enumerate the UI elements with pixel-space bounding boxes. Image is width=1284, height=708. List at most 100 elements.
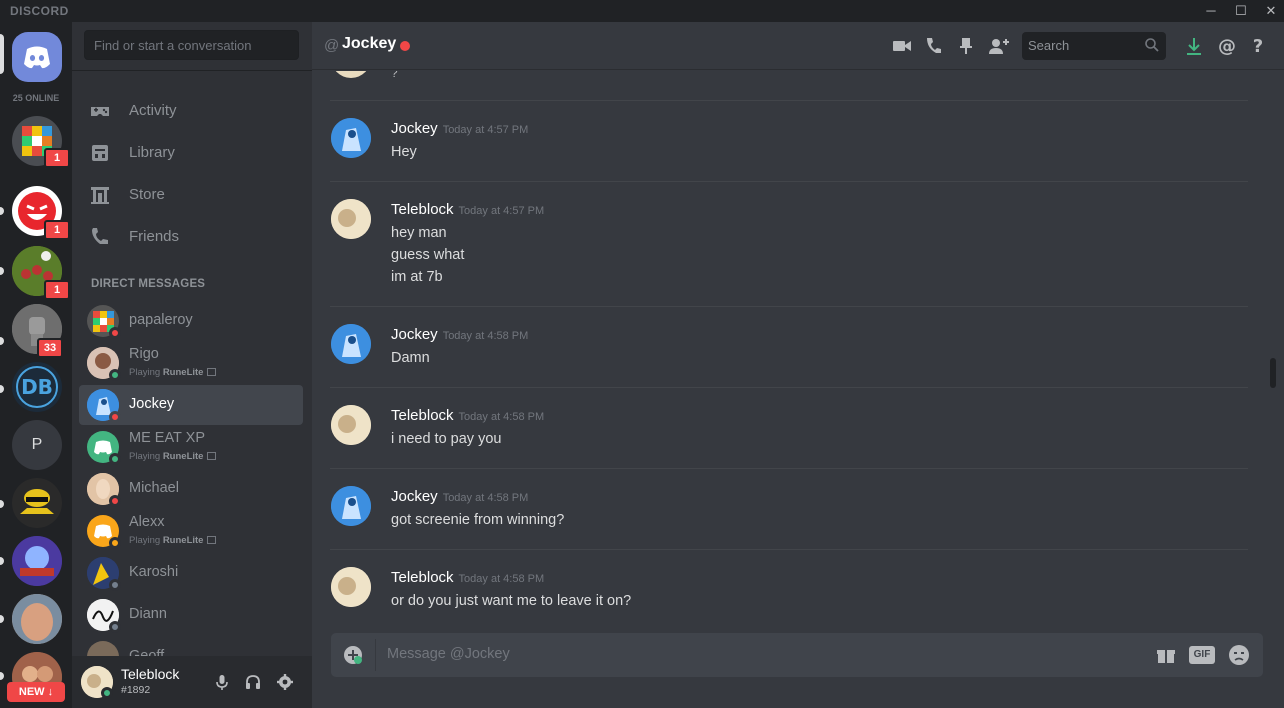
message-group: Teleblock Today at 4:58 PM or do you just… (330, 549, 1248, 629)
dm-item-michael[interactable]: Michael (79, 469, 303, 509)
status-online (109, 453, 121, 465)
unread-badge: 1 (44, 220, 70, 240)
dm-name: Karoshi (129, 564, 179, 580)
dm-item-me-eat-xp[interactable]: ME EAT XP Playing RuneLite (79, 427, 303, 467)
dm-item-alexx[interactable]: Alexx Playing RuneLite (79, 511, 303, 551)
search-input[interactable]: Search (1022, 32, 1166, 60)
new-unreads-button[interactable]: NEW ↓ (7, 682, 65, 702)
upload-plus-icon[interactable] (343, 645, 363, 665)
gift-icon[interactable] (1155, 644, 1177, 666)
dm-name: Diann (129, 606, 167, 622)
close-button[interactable]: ✕ (1256, 2, 1284, 20)
dm-item-papaleroy[interactable]: papaleroy (79, 301, 303, 341)
unread-badge: 33 (37, 338, 63, 358)
message-group: Teleblock Today at 4:58 PM i need to pay … (330, 387, 1248, 467)
old-school-icon (12, 536, 62, 586)
settings-gear-icon[interactable] (275, 672, 295, 692)
nav-friends[interactable]: Friends (80, 217, 304, 257)
unread-badge: 1 (44, 280, 70, 300)
nav-activity[interactable]: Activity (80, 91, 304, 131)
message-text: hey man (391, 225, 447, 241)
blue-character-icon (331, 324, 371, 364)
server-os[interactable] (12, 536, 62, 586)
message-list: ? Jockey Today at 4:57 PM Hey Teleblock To… (312, 71, 1268, 631)
scrollbar-thumb[interactable] (1270, 358, 1276, 388)
emoji-icon[interactable] (1228, 644, 1250, 666)
status-online (109, 369, 121, 381)
minimize-button[interactable]: ─ (1196, 2, 1226, 20)
dm-activity: Playing RuneLite (129, 451, 217, 462)
maximize-button[interactable]: ☐ (1226, 2, 1256, 20)
message-text: i need to pay you (391, 431, 502, 447)
message-author[interactable]: Jockey Today at 4:58 PM (391, 326, 528, 343)
unread-indicator (0, 337, 4, 345)
message-composer: Message @Jockey GIF (331, 633, 1263, 677)
message-author[interactable]: Jockey Today at 4:57 PM (391, 120, 528, 137)
rich-presence-icon (207, 536, 217, 544)
message-partial: ? (330, 71, 1248, 101)
avatar (87, 641, 119, 656)
dm-name: Jockey (129, 396, 175, 412)
nav-label: Friends (129, 228, 180, 245)
message-timestamp: Today at 4:58 PM (458, 573, 545, 585)
unread-indicator (0, 385, 4, 393)
composer-divider (375, 639, 376, 671)
avatar[interactable] (331, 405, 371, 445)
voice-call-icon[interactable] (922, 34, 946, 58)
message-text: Hey (391, 144, 417, 160)
online-count: 25 ONLINE (12, 93, 60, 103)
dm-item-rigo[interactable]: Rigo Playing RuneLite (79, 343, 303, 383)
server-letter-p[interactable]: P (12, 420, 62, 470)
avatar[interactable] (331, 199, 371, 239)
add-friend-icon[interactable] (986, 34, 1010, 58)
unread-badge: 1 (44, 148, 70, 168)
message-timestamp: Today at 4:57 PM (442, 124, 529, 136)
message-author[interactable]: Teleblock Today at 4:57 PM (391, 201, 544, 218)
status-dnd (109, 327, 121, 339)
dm-activity: Playing RuneLite (129, 367, 217, 378)
avatar[interactable] (331, 324, 371, 364)
message-timestamp: Today at 4:57 PM (458, 205, 545, 217)
home-button[interactable] (12, 32, 62, 82)
microphone-icon[interactable] (212, 672, 232, 692)
search-placeholder: Search (1028, 38, 1070, 53)
avatar[interactable] (331, 71, 371, 78)
server-bald-face[interactable] (12, 594, 62, 644)
dm-name: Geoff (129, 648, 165, 656)
pinned-messages-icon[interactable] (954, 34, 978, 58)
controller-icon (91, 107, 109, 116)
download-icon[interactable] (1182, 34, 1206, 58)
avatar[interactable] (331, 486, 371, 526)
svg-text:@: @ (1218, 36, 1236, 57)
friends-icon (92, 228, 108, 244)
avatar[interactable] (331, 567, 371, 607)
user-tag: #1892 (121, 684, 151, 696)
server-db[interactable]: DB (12, 362, 62, 412)
dm-item-jockey[interactable]: Jockey (79, 385, 303, 425)
message-author[interactable]: Teleblock Today at 4:58 PM (391, 407, 544, 424)
message-input[interactable]: Message @Jockey (387, 646, 510, 662)
headphones-icon[interactable] (243, 672, 263, 692)
rich-presence-icon (207, 452, 217, 460)
message-timestamp: Today at 4:58 PM (442, 330, 529, 342)
gif-button[interactable]: GIF (1189, 646, 1215, 664)
video-call-icon[interactable] (890, 34, 914, 58)
magnifier-icon (1145, 38, 1159, 52)
find-conversation-input[interactable]: Find or start a conversation (84, 30, 299, 60)
help-icon[interactable]: ? (1246, 34, 1270, 58)
nav-library[interactable]: Library (80, 133, 304, 173)
dm-item-geoff[interactable]: Geoff (79, 637, 303, 656)
message-group: Teleblock Today at 4:57 PM hey man guess … (330, 181, 1248, 306)
user-panel: Teleblock #1892 (72, 656, 312, 708)
dm-item-karoshi[interactable]: Karoshi (79, 553, 303, 593)
server-yellow-ninja[interactable] (12, 478, 62, 528)
unread-indicator (0, 267, 4, 275)
message-author[interactable]: Teleblock Today at 4:58 PM (391, 569, 544, 586)
nav-store[interactable]: Store (80, 175, 304, 215)
avatar[interactable] (331, 118, 371, 158)
unread-indicator (0, 207, 4, 215)
dm-item-diann[interactable]: Diann (79, 595, 303, 635)
message-timestamp: Today at 4:58 PM (442, 492, 529, 504)
message-author[interactable]: Jockey Today at 4:58 PM (391, 488, 528, 505)
mentions-icon[interactable]: @ (1215, 34, 1239, 58)
